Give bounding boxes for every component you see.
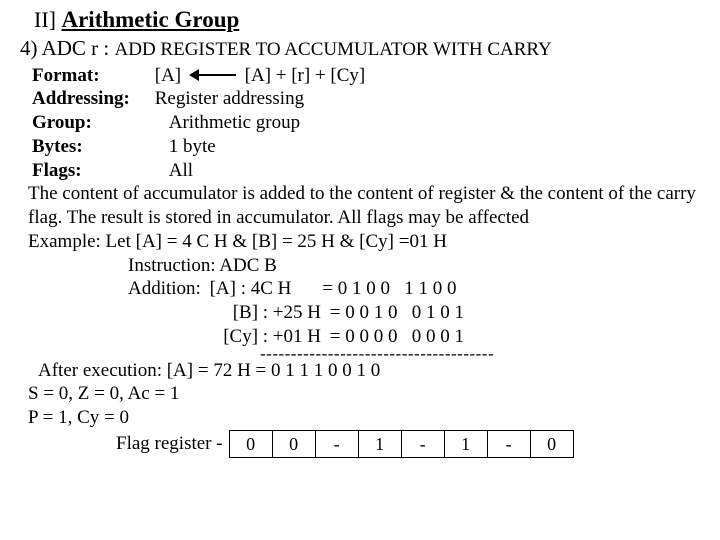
left-arrow-icon bbox=[190, 70, 236, 80]
addressing-row: Addressing: Register addressing bbox=[32, 87, 706, 111]
flag-cell: - bbox=[316, 430, 359, 458]
bytes-value: 1 byte bbox=[169, 136, 216, 157]
flag-cell: - bbox=[402, 430, 445, 458]
addition-row-a: Addition: [A] : 4C H = 0 1 0 0 1 1 0 0 bbox=[128, 277, 706, 301]
bytes-label: Bytes: bbox=[32, 135, 150, 159]
status-flags-line1: S = 0, Z = 0, Ac = 1 bbox=[28, 382, 706, 406]
flags-row: Flags: All bbox=[28, 159, 706, 183]
instruction-heading: 4) ADC r : ADD REGISTER TO ACCUMULATOR W… bbox=[20, 35, 706, 62]
flag-cell: - bbox=[488, 430, 531, 458]
example-instruction: Instruction: ADC B bbox=[128, 254, 706, 278]
item-number: 4) bbox=[20, 36, 38, 60]
row-a-label: [A] : 4C H bbox=[210, 277, 318, 301]
details-block: Format: [A] [A] + [r] + [Cy] Addressing:… bbox=[32, 64, 706, 458]
mnemonic-description: ADD REGISTER TO ACCUMULATOR WITH CARRY bbox=[115, 39, 552, 60]
row-b-label: [B] : +25 H bbox=[207, 301, 325, 325]
status-flags-line2: P = 1, Cy = 0 bbox=[28, 406, 706, 430]
bytes-row: Bytes: 1 byte bbox=[28, 135, 706, 159]
flags-value: All bbox=[169, 160, 193, 181]
addition-row-b: [B] : +25 H = 0 0 1 0 0 1 0 1 bbox=[207, 301, 706, 325]
flag-register-row: Flag register - 0 0 - 1 - 1 - 0 bbox=[116, 430, 706, 458]
group-label: Group: bbox=[32, 111, 150, 135]
flag-cell: 0 bbox=[531, 430, 574, 458]
document-page: II] Arithmetic Group 4) ADC r : ADD REGI… bbox=[0, 0, 720, 466]
flags-label: Flags: bbox=[32, 159, 150, 183]
heading-number: II] bbox=[34, 7, 56, 32]
heading-title: Arithmetic Group bbox=[61, 7, 239, 32]
format-row: Format: [A] [A] + [r] + [Cy] bbox=[32, 64, 706, 88]
format-lhs: [A] bbox=[155, 65, 181, 86]
row-b-binary: = 0 0 1 0 0 1 0 1 bbox=[330, 302, 464, 323]
flag-register-table: 0 0 - 1 - 1 - 0 bbox=[229, 430, 574, 458]
after-execution: After execution: [A] = 72 H = 0 1 1 1 0 … bbox=[38, 359, 706, 383]
group-value: Arithmetic group bbox=[169, 112, 300, 133]
addressing-value: Register addressing bbox=[155, 88, 304, 109]
addition-label: Addition: bbox=[128, 278, 201, 299]
flag-register-label: Flag register - bbox=[116, 432, 223, 456]
flag-cell: 1 bbox=[359, 430, 402, 458]
flag-cell: 0 bbox=[273, 430, 316, 458]
separator-dashes: -------------------------------------- bbox=[260, 349, 706, 359]
format-label: Format: bbox=[32, 64, 124, 88]
example-let: Example: Let [A] = 4 C H & [B] = 25 H & … bbox=[28, 230, 706, 254]
flag-cell: 1 bbox=[445, 430, 488, 458]
flag-cell: 0 bbox=[230, 430, 273, 458]
section-heading: II] Arithmetic Group bbox=[34, 6, 706, 35]
format-rhs: [A] + [r] + [Cy] bbox=[245, 65, 366, 86]
group-row: Group: Arithmetic group bbox=[28, 111, 706, 135]
description-text: The content of accumulator is added to t… bbox=[28, 182, 706, 230]
mnemonic: ADC r : bbox=[42, 36, 110, 60]
addressing-label: Addressing: bbox=[32, 87, 150, 111]
row-a-binary: = 0 1 0 0 1 1 0 0 bbox=[322, 278, 456, 299]
